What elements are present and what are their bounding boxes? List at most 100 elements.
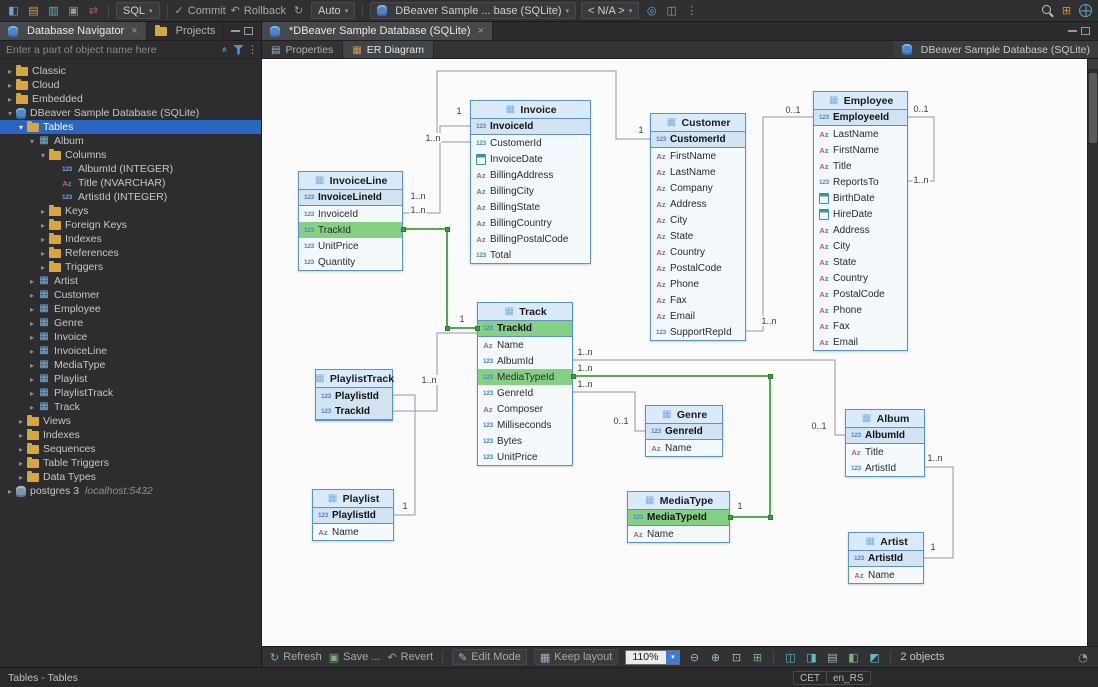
column-milliseconds[interactable]: 123Milliseconds xyxy=(478,417,572,433)
fit-page-icon[interactable]: ◫ xyxy=(783,650,797,665)
entity-employee[interactable]: ▦Employee123EmployeeIdAzLastNameAzFirstN… xyxy=(813,91,908,351)
expander-icon[interactable]: ▸ xyxy=(26,277,38,286)
entity-customer[interactable]: ▦Customer123CustomerIdAzFirstNameAzLastN… xyxy=(650,113,746,341)
column-quantity[interactable]: 123Quantity xyxy=(299,254,402,270)
menu-icon[interactable] xyxy=(247,43,257,56)
expander-icon[interactable]: ▸ xyxy=(15,431,27,440)
expander-icon[interactable]: ▸ xyxy=(26,333,38,342)
column-genreid[interactable]: 123GenreId xyxy=(478,385,572,401)
expander-icon[interactable]: ▸ xyxy=(37,249,49,258)
expander-icon[interactable]: ▸ xyxy=(37,235,49,244)
sql-editor-dropdown[interactable]: SQL▾ xyxy=(116,2,160,19)
entity-album[interactable]: ▦Album123AlbumIdAzTitle123ArtistId xyxy=(845,409,925,477)
column-invoicedate[interactable]: InvoiceDate xyxy=(471,151,590,167)
column-address[interactable]: AzAddress xyxy=(814,222,907,238)
filter-icon[interactable] xyxy=(233,45,244,55)
column-billingpostalcode[interactable]: AzBillingPostalCode xyxy=(471,231,590,247)
minimize-icon[interactable] xyxy=(231,30,240,32)
column-billingstate[interactable]: AzBillingState xyxy=(471,199,590,215)
expander-icon[interactable]: ▸ xyxy=(26,361,38,370)
tree-item-classic[interactable]: ▸Classic xyxy=(0,64,261,78)
more-actions-icon[interactable]: ⋮ xyxy=(684,3,699,18)
tree-item-indexes[interactable]: ▸Indexes xyxy=(0,428,261,442)
zoom-in-icon[interactable]: ⊕ xyxy=(708,650,722,665)
column-name[interactable]: AzName xyxy=(313,524,393,540)
tree-item-albumid-integer[interactable]: 123AlbumId (INTEGER) xyxy=(0,162,261,176)
expander-icon[interactable]: ▸ xyxy=(37,263,49,272)
tree-item-sequences[interactable]: ▸Sequences xyxy=(0,442,261,456)
refresh-icon[interactable]: ↻ xyxy=(291,3,306,18)
commit-button[interactable]: ✓Commit xyxy=(175,4,226,17)
entity-header[interactable]: ▦PlaylistTrack xyxy=(316,370,392,388)
column-firstname[interactable]: AzFirstName xyxy=(651,148,745,164)
expander-icon[interactable]: ▸ xyxy=(4,95,16,104)
tree-item-keys[interactable]: ▸Keys xyxy=(0,204,261,218)
close-tab-icon[interactable] xyxy=(478,25,484,37)
column-bytes[interactable]: 123Bytes xyxy=(478,433,572,449)
column-composer[interactable]: AzComposer xyxy=(478,401,572,417)
column-unitprice[interactable]: 123UnitPrice xyxy=(478,449,572,465)
relation-artist-album[interactable] xyxy=(924,467,953,558)
column-artistid[interactable]: 123ArtistId xyxy=(846,460,924,476)
er-diagram-canvas[interactable]: ▦Invoice123InvoiceId123CustomerIdInvoice… xyxy=(262,59,1098,646)
entity-header[interactable]: ▦Employee xyxy=(814,92,907,110)
expander-icon[interactable]: ▸ xyxy=(15,459,27,468)
entity-header[interactable]: ▦Track xyxy=(478,303,572,321)
datasource-indicator[interactable]: DBeaver Sample Database (SQLite) xyxy=(894,41,1098,58)
column-firstname[interactable]: AzFirstName xyxy=(814,142,907,158)
relation-track-invoiceline[interactable] xyxy=(403,229,477,328)
column-country[interactable]: AzCountry xyxy=(651,244,745,260)
notifications-icon[interactable]: ◔ xyxy=(1076,650,1090,665)
tree-item-album[interactable]: ▾▦Album xyxy=(0,134,261,148)
tree-item-postgres-3[interactable]: ▸postgres 3localhost:5432 xyxy=(0,484,261,498)
maximize-icon[interactable] xyxy=(1081,27,1090,35)
tree-item-customer[interactable]: ▸▦Customer xyxy=(0,288,261,302)
column-address[interactable]: AzAddress xyxy=(651,196,745,212)
column-billingcity[interactable]: AzBillingCity xyxy=(471,183,590,199)
tree-item-data-types[interactable]: ▸Data Types xyxy=(0,470,261,484)
tree-item-views[interactable]: ▸Views xyxy=(0,414,261,428)
zoom-original-icon[interactable]: ⊡ xyxy=(729,650,743,665)
column-employeeid[interactable]: 123EmployeeId xyxy=(814,110,907,126)
column-city[interactable]: AzCity xyxy=(814,238,907,254)
tree-item-invoice[interactable]: ▸▦Invoice xyxy=(0,330,261,344)
expander-icon[interactable]: ▸ xyxy=(15,473,27,482)
column-email[interactable]: AzEmail xyxy=(814,334,907,350)
column-birthdate[interactable]: BirthDate xyxy=(814,190,907,206)
tab-projects[interactable]: Projects xyxy=(147,22,225,40)
save-button[interactable]: ▣Save ... xyxy=(329,651,381,664)
search-icon[interactable] xyxy=(1041,4,1054,17)
column-title[interactable]: AzTitle xyxy=(814,158,907,174)
scroll-up-button[interactable] xyxy=(1088,59,1098,70)
relation-employee-reportsto-self[interactable] xyxy=(908,117,934,181)
tree-item-playlist[interactable]: ▸▦Playlist xyxy=(0,372,261,386)
relation-employee-customer[interactable] xyxy=(746,117,813,331)
tree-item-tables[interactable]: ▾Tables xyxy=(0,120,261,134)
datasource-dropdown[interactable]: DBeaver Sample ... base (SQLite)▾ xyxy=(370,2,576,19)
column-fax[interactable]: AzFax xyxy=(651,292,745,308)
column-unitprice[interactable]: 123UnitPrice xyxy=(299,238,402,254)
entity-header[interactable]: ▦Customer xyxy=(651,114,745,132)
timezone-indicator[interactable]: CET xyxy=(793,671,827,685)
expander-icon[interactable]: ▸ xyxy=(26,375,38,384)
edit-mode-button[interactable]: ✎Edit Mode xyxy=(452,649,527,665)
tree-item-genre[interactable]: ▸▦Genre xyxy=(0,316,261,330)
tree-item-invoiceline[interactable]: ▸▦InvoiceLine xyxy=(0,344,261,358)
tree-item-references[interactable]: ▸References xyxy=(0,246,261,260)
column-reportsto[interactable]: 123ReportsTo xyxy=(814,174,907,190)
column-playlistid[interactable]: 123PlaylistId xyxy=(316,388,392,404)
column-albumid[interactable]: 123AlbumId xyxy=(846,428,924,444)
column-name[interactable]: AzName xyxy=(849,567,923,583)
tree-item-indexes[interactable]: ▸Indexes xyxy=(0,232,261,246)
column-email[interactable]: AzEmail xyxy=(651,308,745,324)
panels-icon[interactable]: ◫ xyxy=(664,3,679,18)
column-lastname[interactable]: AzLastName xyxy=(814,126,907,142)
column-trackid[interactable]: 123TrackId xyxy=(316,404,392,420)
column-city[interactable]: AzCity xyxy=(651,212,745,228)
maximize-icon[interactable] xyxy=(244,27,253,35)
expander-icon[interactable]: ▸ xyxy=(26,389,38,398)
revert-button[interactable]: ↶Revert xyxy=(387,651,433,664)
expander-icon[interactable]: ▸ xyxy=(26,319,38,328)
keep-layout-button[interactable]: ▦Keep layout xyxy=(534,649,619,665)
tree-item-title-nvarchar[interactable]: AzTitle (NVARCHAR) xyxy=(0,176,261,190)
